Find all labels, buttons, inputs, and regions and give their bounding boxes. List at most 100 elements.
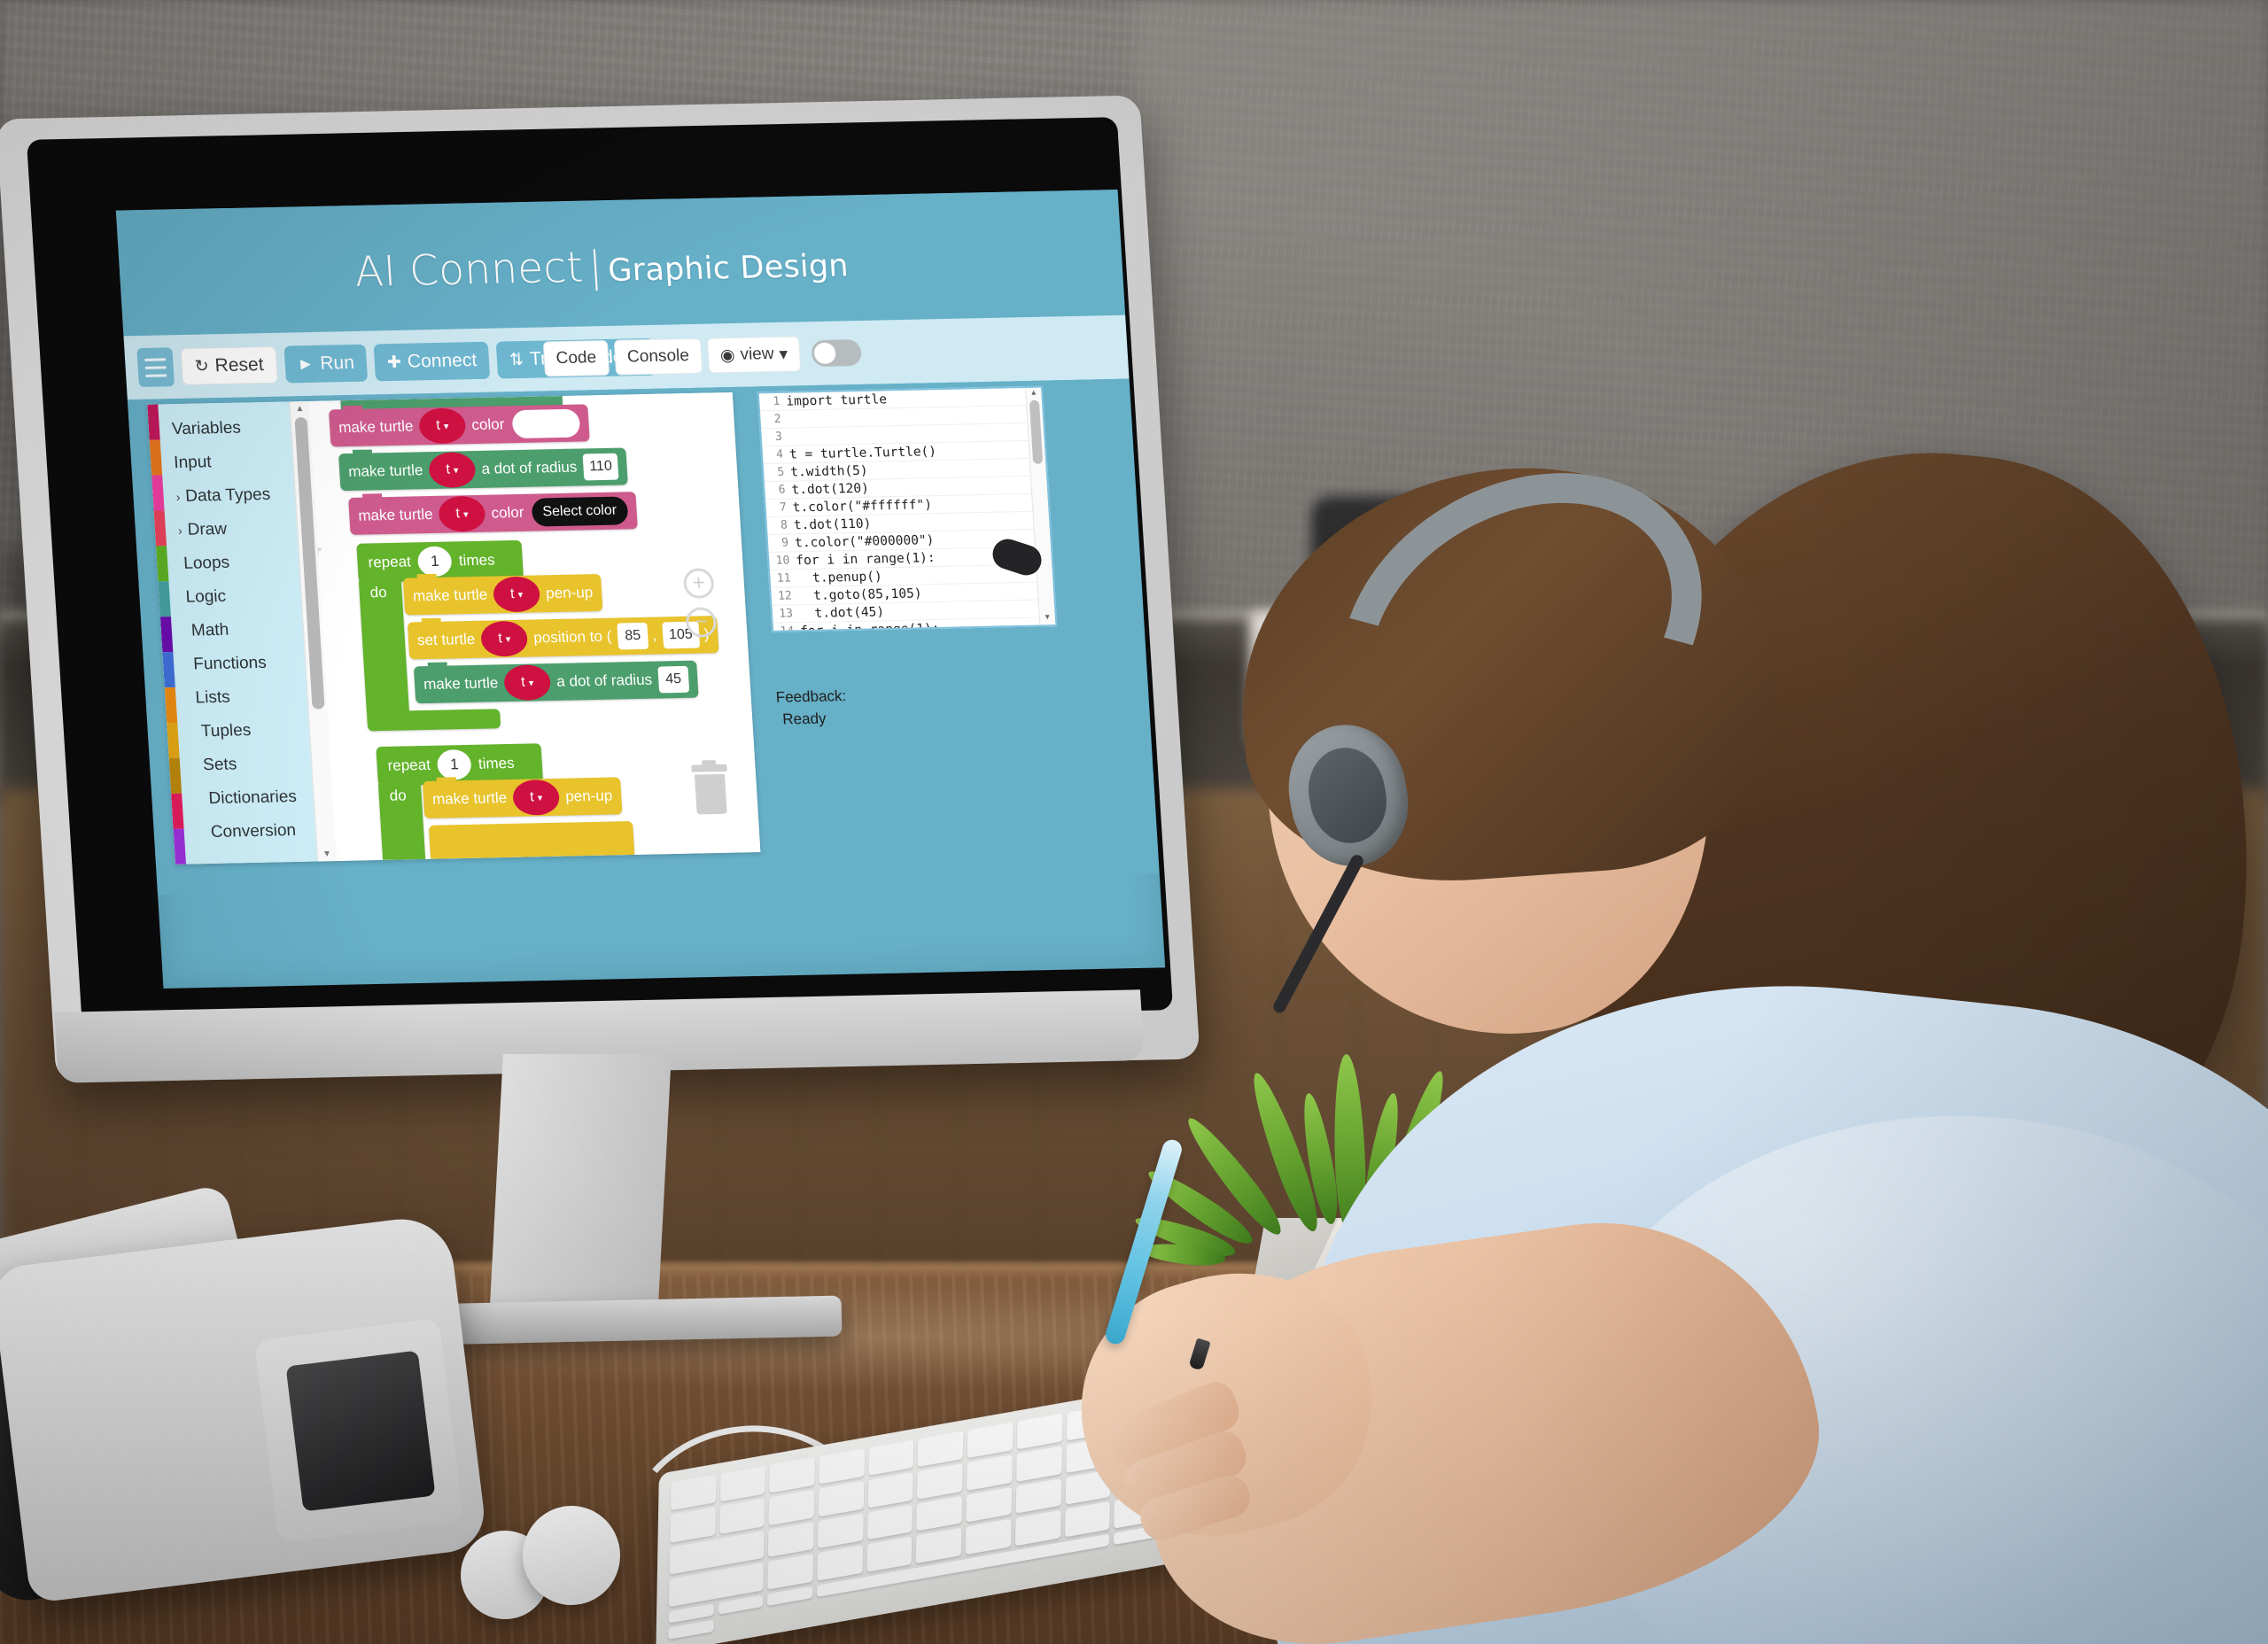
earbuds — [461, 1506, 625, 1630]
keyboard-key[interactable] — [866, 1504, 913, 1540]
toolbox-item-conversion[interactable]: Conversion — [173, 813, 336, 850]
keyboard-key[interactable] — [719, 1498, 765, 1534]
keyboard-key[interactable] — [719, 1465, 766, 1502]
chevron-down-icon: ▾ — [462, 508, 469, 520]
repeat-count-field[interactable]: 1 — [436, 748, 472, 780]
turtle-dropdown[interactable]: t ▾ — [512, 779, 561, 816]
toolbox-item-data-types[interactable]: › Data Types — [152, 477, 315, 515]
view-dropdown[interactable]: ◉ view ▾ — [706, 336, 802, 374]
reset-button[interactable]: ↻ Reset — [180, 345, 278, 385]
view-dropdown-label: view — [739, 345, 775, 364]
select-color-field[interactable]: Select color — [531, 496, 629, 527]
line-number: 13 — [778, 607, 794, 621]
toolbox-item-label: Input — [173, 453, 213, 473]
zoom-in-icon: + — [691, 570, 706, 595]
toolbox-item-tuples[interactable]: Tuples — [167, 712, 330, 749]
block-make-turtle-select-color[interactable]: make turtle t ▾ color Select color — [348, 492, 638, 535]
keyboard-key[interactable] — [868, 1439, 914, 1476]
turtle-dropdown[interactable]: t ▾ — [438, 495, 486, 532]
hamburger-menu-icon[interactable] — [136, 347, 175, 387]
keyboard-key[interactable] — [767, 1554, 814, 1590]
toolbox-item-draw[interactable]: › Draw — [154, 511, 317, 548]
block-make-turtle-pen-up[interactable]: make turtle t ▾ pen-up — [402, 573, 603, 616]
do-label: do — [369, 584, 388, 601]
keyboard-key[interactable] — [916, 1527, 962, 1564]
turtle-dropdown[interactable]: t ▾ — [480, 620, 529, 657]
toolbox-item-sets[interactable]: Sets — [168, 746, 331, 783]
line-number: 8 — [780, 518, 788, 532]
run-button-label: Run — [319, 352, 355, 374]
radius-number-field[interactable]: 45 — [657, 665, 690, 694]
turtle-dropdown[interactable]: t ▾ — [428, 452, 477, 489]
keyboard-key[interactable] — [670, 1474, 717, 1511]
toolbox-color-strip — [167, 722, 180, 759]
repeat-loop-1-do-label: do — [369, 584, 387, 601]
keyboard-key[interactable] — [819, 1448, 865, 1485]
connect-button[interactable]: ✚ Connect — [373, 341, 491, 382]
do-label: do — [389, 787, 408, 804]
keyboard-key[interactable] — [867, 1471, 913, 1508]
keyboard-key[interactable] — [670, 1507, 716, 1543]
tab-code[interactable]: Code — [542, 339, 610, 377]
code-text: t.width(5) — [789, 463, 869, 480]
keyboard-key[interactable] — [818, 1480, 865, 1516]
turtle-dropdown[interactable]: t ▾ — [418, 407, 467, 445]
dropdown-value: t — [435, 417, 441, 433]
view-toggle-switch[interactable] — [811, 338, 863, 368]
position-x-field[interactable]: 85 — [617, 622, 649, 650]
block-label-before: set turtle — [416, 630, 476, 649]
keyboard-key[interactable] — [818, 1513, 864, 1549]
toolbox-color-strip — [147, 404, 160, 440]
keyboard-key[interactable] — [768, 1521, 814, 1558]
toolbox-item-variables[interactable]: Variables — [148, 410, 311, 447]
title-subtitle: Graphic Design — [607, 248, 850, 289]
zoom-in-button[interactable]: + — [682, 568, 715, 599]
scroll-down-icon[interactable]: ▾ — [324, 847, 330, 861]
block-make-turtle-pen-up-2[interactable]: make turtle t ▾ pen-up — [422, 777, 623, 818]
radius-number-field[interactable]: 110 — [582, 453, 619, 481]
block-make-turtle-color-white[interactable]: make turtle t ▾ color — [328, 404, 590, 447]
dropdown-value: t — [497, 631, 503, 647]
block-repeat-loop-1-foot[interactable] — [366, 709, 501, 732]
keyboard-key[interactable] — [866, 1536, 913, 1573]
repeat-label: repeat — [387, 756, 431, 774]
keyboard-key[interactable] — [668, 1619, 714, 1640]
block-make-turtle-dot-45[interactable]: make turtle t ▾ a dot of radius 45 — [413, 660, 699, 704]
repeat-count-field[interactable]: 1 — [416, 546, 453, 578]
turtle-dropdown[interactable]: t ▾ — [503, 664, 552, 702]
keyboard-key[interactable] — [918, 1431, 964, 1467]
turtle-dropdown[interactable]: t ▾ — [492, 576, 541, 613]
toolbox-item-functions[interactable]: Functions — [162, 645, 325, 682]
block-canvas[interactable]: make turtle t ▾ color make turtle t ▾ a … — [308, 392, 761, 862]
code-text: for i in range(1): — [795, 550, 936, 568]
color-swatch-field[interactable] — [511, 408, 581, 439]
toolbox-item-lists[interactable]: Lists — [164, 679, 327, 716]
toolbox-item-label: Sets — [202, 755, 237, 775]
toolbox-item-label: Tuples — [200, 721, 252, 741]
toolbox-color-strip — [156, 546, 169, 582]
keyboard-key[interactable] — [917, 1462, 963, 1500]
toolbox-item-logic[interactable]: Logic — [158, 578, 321, 616]
toolbox-item-input[interactable]: Input — [150, 444, 313, 481]
toolbox-item-label: Logic — [184, 586, 227, 607]
keyboard-key[interactable] — [768, 1489, 815, 1525]
block-make-turtle-dot-110[interactable]: make turtle t ▾ a dot of radius 110 — [338, 447, 629, 492]
scroll-up-icon[interactable]: ▴ — [297, 401, 303, 415]
code-text: t.dot(45) — [798, 604, 885, 621]
keyboard-key[interactable] — [916, 1495, 963, 1532]
toolbox-item-math[interactable]: Math — [160, 612, 323, 649]
run-button[interactable]: ► Run — [284, 344, 369, 384]
tab-console[interactable]: Console — [613, 337, 703, 376]
keyboard-key[interactable] — [817, 1545, 863, 1581]
block-partial-bottom[interactable] — [428, 821, 635, 862]
chevron-down-icon: ▾ — [528, 677, 534, 689]
block-set-turtle-position[interactable]: set turtle t ▾ position to ( 85 , 105 ) — [407, 616, 719, 660]
keyboard-key[interactable] — [718, 1594, 764, 1615]
keyboard-key[interactable] — [769, 1457, 815, 1493]
toolbox-item-dictionaries[interactable]: Dictionaries — [170, 779, 333, 817]
toolbox-item-loops[interactable]: Loops — [156, 545, 319, 582]
trash-icon[interactable] — [689, 760, 731, 815]
block-label-before: make turtle — [423, 674, 499, 694]
keyboard-key[interactable] — [767, 1586, 813, 1606]
code-text: t.goto(85,105) — [797, 585, 923, 603]
